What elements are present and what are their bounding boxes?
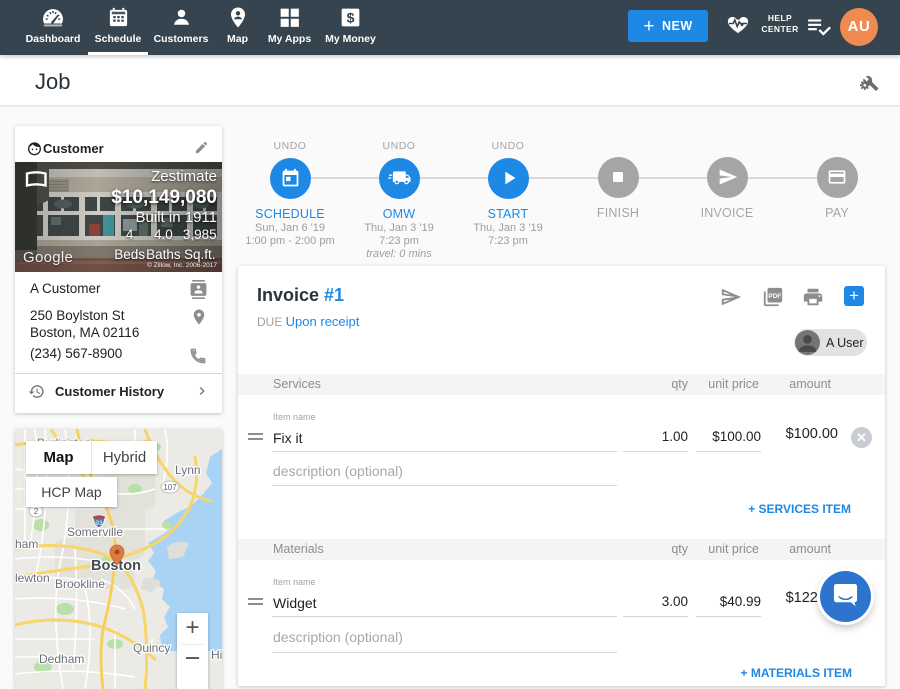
svg-text:Lynn: Lynn [175,463,201,477]
svg-text:93: 93 [95,520,103,527]
svg-text:2: 2 [34,507,39,516]
svg-text:$: $ [347,10,355,26]
svg-text:Quincy: Quincy [133,641,170,655]
svg-text:Dedham: Dedham [39,652,84,666]
svg-text:Hi: Hi [211,648,222,662]
svg-text:ham: ham [15,537,38,551]
svg-text:107: 107 [163,483,177,492]
svg-text:PDF: PDF [768,293,781,300]
svg-text:Brookline: Brookline [55,577,105,591]
svg-text:Somerville: Somerville [67,525,123,539]
svg-text:lewton: lewton [15,571,50,585]
